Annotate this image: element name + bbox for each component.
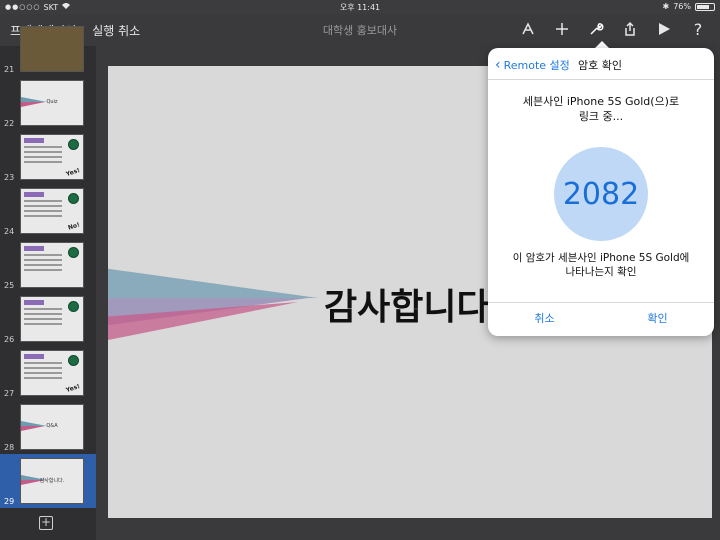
slide-preview	[20, 242, 84, 288]
slide-number: 24	[4, 227, 15, 236]
status-bar: ●●○○○ SKT 오후 11:41 ✱ 76%	[0, 0, 720, 14]
answer-stamp: Yes!	[65, 382, 81, 395]
popover-title: 암호 확인	[578, 59, 622, 72]
passcode-display: 2082	[554, 147, 648, 241]
battery-percent: 76%	[673, 2, 691, 11]
status-right: ✱ 76%	[663, 2, 715, 11]
slide-preview: Q&A	[20, 404, 84, 450]
slide-number: 21	[4, 65, 15, 74]
bluetooth-icon: ✱	[662, 2, 670, 11]
slide-number: 22	[4, 119, 15, 128]
question-tag	[24, 246, 44, 251]
slide-preview: No!	[20, 188, 84, 234]
starbucks-logo-icon	[68, 355, 79, 366]
slide-preview	[20, 26, 84, 72]
question-text-lines	[24, 254, 62, 274]
confirm-instruction: 이 암호가 세븐사인 iPhone 5S Gold에 나타나는지 확인	[496, 251, 706, 279]
toolbar: 프레젠테이션 실행 취소 대학생 홍보대사 ?	[0, 14, 720, 46]
slide-number: 25	[4, 281, 15, 290]
question-text-lines	[24, 362, 62, 382]
slide-thumbnail[interactable]: 25	[0, 238, 96, 292]
slide-navigator[interactable]: + 21 22 Quiz 23 Yes! 24 No! 25 26 27 Yes! 28 Q&A 29 감사…	[0, 26, 96, 540]
slide-number: 23	[4, 173, 15, 182]
thumbnail-title: Q&A	[46, 423, 58, 429]
slide-preview: 감사합니다.	[20, 458, 84, 504]
slide-thumbnail[interactable]: 21	[0, 22, 96, 76]
slide-thumbnail[interactable]: 27 Yes!	[0, 346, 96, 400]
confirm-line2: 나타나는지 확인	[565, 266, 637, 278]
battery-icon	[695, 2, 715, 11]
starbucks-logo-icon	[68, 139, 79, 150]
starbucks-logo-icon	[68, 193, 79, 204]
slide-number: 26	[4, 335, 15, 344]
slide-thumbnail[interactable]: 24 No!	[0, 184, 96, 238]
answer-stamp: Yes!	[65, 166, 81, 179]
thumbnail-title: 감사합니다.	[39, 478, 65, 484]
share-icon[interactable]	[620, 19, 640, 39]
add-slide-button[interactable]: +	[39, 516, 53, 530]
question-tag	[24, 138, 44, 143]
play-icon[interactable]	[654, 19, 674, 39]
keynote-screen: ●●○○○ SKT 오후 11:41 ✱ 76% 프레젠테이션 실행 취소 대학…	[0, 0, 720, 540]
slide-preview	[20, 296, 84, 342]
slide-number: 27	[4, 389, 15, 398]
slide-title[interactable]: 감사합니다	[324, 278, 490, 330]
thumbnail-title: Quiz	[46, 99, 58, 105]
clock: 오후 11:41	[339, 3, 381, 12]
confirm-line1: 이 암호가 세븐사인 iPhone 5S Gold에	[512, 252, 690, 264]
chevron-left-icon: ‹	[495, 56, 501, 73]
slide-preview: Yes!	[20, 134, 84, 180]
slide-thumbnail[interactable]: 28 Q&A	[0, 400, 96, 454]
question-tag	[24, 192, 44, 197]
confirm-button[interactable]: 확인	[601, 303, 714, 336]
slide-preview: Yes!	[20, 350, 84, 396]
help-icon[interactable]: ?	[688, 19, 708, 39]
question-text-lines	[24, 200, 62, 220]
linking-message-line2: 링크 중...	[578, 110, 624, 123]
cancel-button[interactable]: 취소	[488, 303, 601, 336]
slide-preview: Quiz	[20, 80, 84, 126]
slide-thumbnail[interactable]: 23 Yes!	[0, 130, 96, 184]
slide-number: 28	[4, 443, 15, 452]
question-text-lines	[24, 146, 62, 166]
back-button[interactable]: ‹ Remote 설정	[495, 57, 570, 73]
linking-message: 세븐사인 iPhone 5S Gold(으)로 링크 중...	[498, 94, 704, 124]
back-label: Remote 설정	[503, 59, 570, 72]
slide-thumbnail[interactable]: 26	[0, 292, 96, 346]
answer-stamp: No!	[67, 221, 81, 232]
popover-header: ‹ Remote 설정 암호 확인	[488, 48, 714, 80]
wrench-icon[interactable]	[586, 19, 606, 39]
slide-thumbnail[interactable]: 22 Quiz	[0, 76, 96, 130]
starbucks-logo-icon	[68, 247, 79, 258]
question-tag	[24, 300, 44, 305]
slide-thumbnail[interactable]: 29 감사합니다.	[0, 454, 96, 508]
starbucks-logo-icon	[68, 301, 79, 312]
question-tag	[24, 354, 44, 359]
question-text-lines	[24, 308, 62, 328]
format-icon[interactable]	[518, 19, 538, 39]
slide-number: 29	[4, 497, 15, 506]
add-icon[interactable]	[552, 19, 572, 39]
remote-passcode-popover: ‹ Remote 설정 암호 확인 세븐사인 iPhone 5S Gold(으)…	[488, 48, 714, 336]
popover-buttons: 취소 확인	[488, 302, 714, 336]
linking-message-line1: 세븐사인 iPhone 5S Gold(으)로	[522, 95, 680, 108]
